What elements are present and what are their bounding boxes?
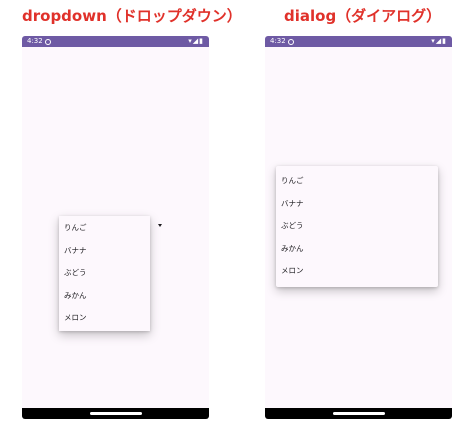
navigation-bar — [265, 408, 452, 419]
comparison-figure: dropdown（ドロップダウン） dialog（ダイアログ） 4:32 ▾◢▮… — [0, 0, 474, 426]
navigation-bar — [22, 408, 209, 419]
dropdown-caption: dropdown（ドロップダウン） — [22, 7, 242, 25]
home-handle[interactable] — [332, 412, 385, 415]
dropdown-menu: りんご バナナ ぶどう みかん メロン — [59, 216, 150, 331]
dialog-phone-screen: 4:32 ▾◢▮ りんご バナナ ぶどう みかん メロン — [265, 36, 452, 419]
dialog-caption: dialog（ダイアログ） — [284, 7, 442, 25]
signal-battery-icon: ▾◢▮ — [188, 37, 204, 45]
home-handle[interactable] — [89, 412, 142, 415]
dialog-option-melon[interactable]: メロン — [276, 260, 438, 283]
status-bar: 4:32 ▾◢▮ — [22, 36, 209, 47]
dialog-option-orange[interactable]: みかん — [276, 238, 438, 261]
dialog-option-banana[interactable]: バナナ — [276, 193, 438, 216]
dropdown-option-orange[interactable]: みかん — [59, 285, 150, 308]
dropdown-option-banana[interactable]: バナナ — [59, 240, 150, 263]
status-bar: 4:32 ▾◢▮ — [265, 36, 452, 47]
dropdown-option-apple[interactable]: りんご — [59, 217, 150, 240]
dialog-option-apple[interactable]: りんご — [276, 170, 438, 193]
dropdown-option-melon[interactable]: メロン — [59, 307, 150, 330]
notification-icon — [288, 39, 294, 45]
dropdown-option-grape[interactable]: ぶどう — [59, 262, 150, 285]
dropdown-arrow-icon[interactable] — [158, 224, 162, 227]
dropdown-phone-screen: 4:32 ▾◢▮ りんご バナナ ぶどう みかん メロン — [22, 36, 209, 419]
dialog-option-grape[interactable]: ぶどう — [276, 215, 438, 238]
status-time: 4:32 — [270, 37, 286, 45]
selection-dialog: りんご バナナ ぶどう みかん メロン — [276, 166, 438, 287]
signal-battery-icon: ▾◢▮ — [431, 37, 447, 45]
notification-icon — [45, 39, 51, 45]
status-time: 4:32 — [27, 37, 43, 45]
